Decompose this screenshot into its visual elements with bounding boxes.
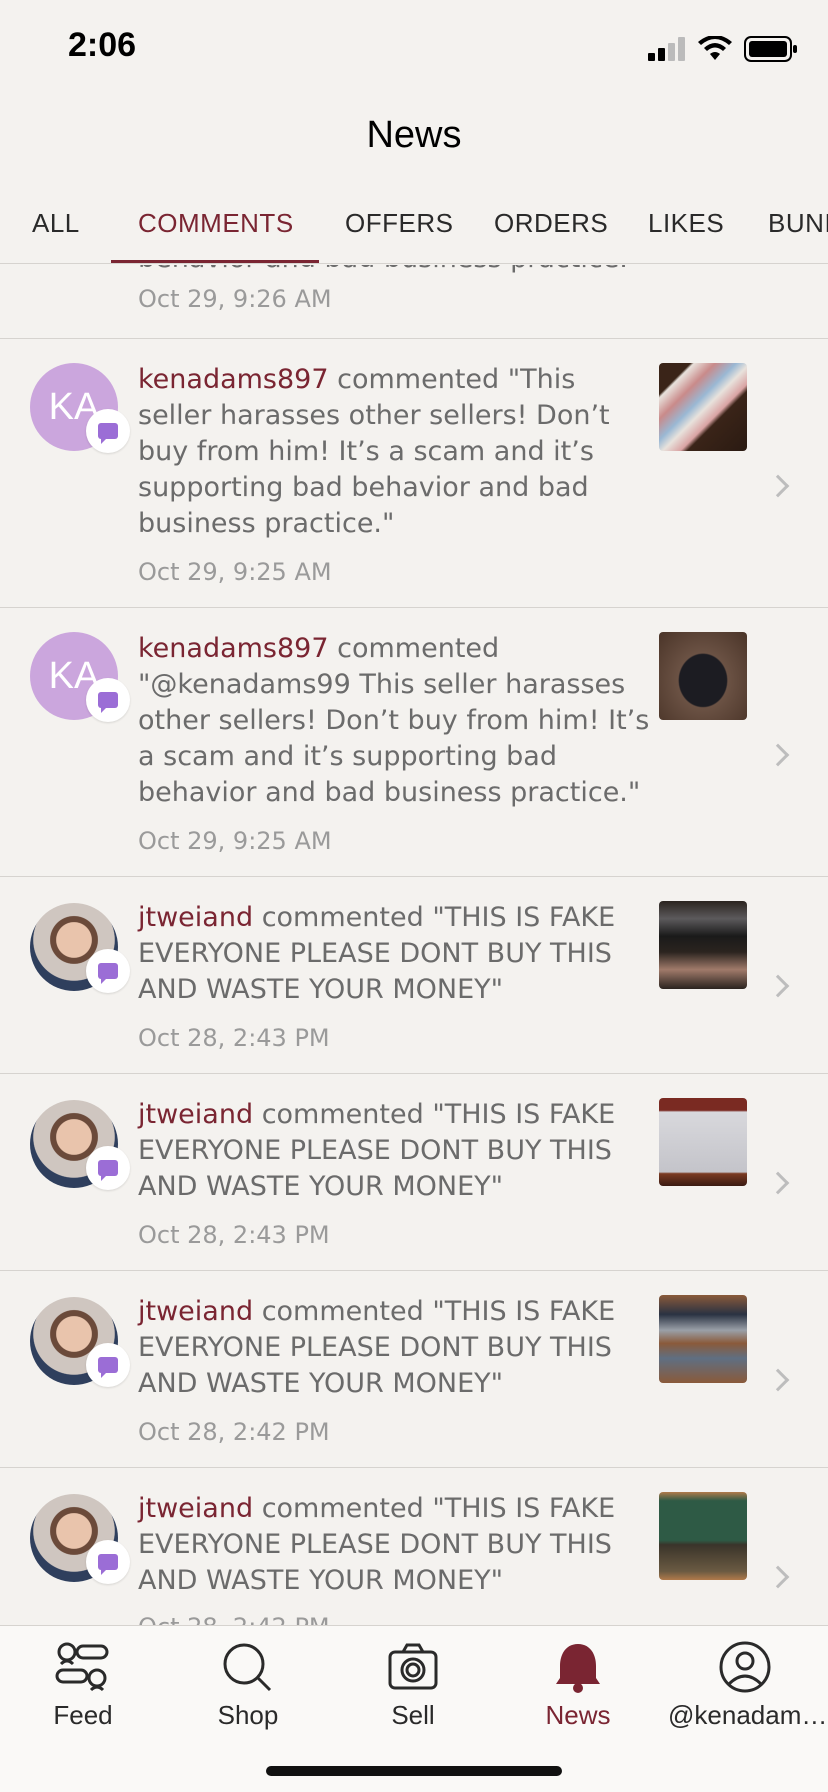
tab-bar: ALL COMMENTS OFFERS ORDERS LIKES BUNI [0, 200, 828, 264]
action-text: commented [261, 1493, 424, 1524]
product-thumbnail[interactable] [659, 363, 747, 451]
wifi-icon [698, 36, 732, 60]
comment-date: Oct 28, 2:43 PM [138, 1024, 330, 1052]
username[interactable]: kenadams897 [138, 364, 329, 395]
list-item[interactable]: jtweiand commented "THIS IS FAKE EVERYON… [0, 1469, 828, 1625]
comment-date: Oct 29, 9:25 AM [138, 827, 332, 855]
comment-badge-icon [86, 1146, 130, 1190]
comment-badge-icon [86, 409, 130, 453]
action-text: commented [337, 633, 500, 664]
comment-text: kenadams897 commented "@kenadams99 This … [138, 631, 650, 811]
nav-feed[interactable]: Feed [8, 1640, 158, 1731]
status-time: 2:06 [68, 26, 137, 64]
username[interactable]: jtweiand [138, 1296, 253, 1327]
comment-date: Oct 29, 9:26 AM [138, 285, 332, 313]
status-icons [648, 36, 798, 62]
nav-label: @kenadam… [668, 1700, 828, 1730]
comment-text: jtweiand commented "THIS IS FAKE EVERYON… [138, 1294, 650, 1402]
comment-text: behavior and bad business practice." [138, 265, 640, 274]
username[interactable]: jtweiand [138, 902, 253, 933]
product-thumbnail[interactable] [659, 632, 747, 720]
comment-date: Oct 28, 2:42 PM [138, 1418, 330, 1446]
page-title: News [366, 114, 462, 156]
product-thumbnail[interactable] [659, 1098, 747, 1186]
nav-label: Sell [391, 1700, 435, 1730]
comment-date: Oct 28, 2:42 PM [138, 1613, 330, 1625]
action-text: commented [261, 1099, 424, 1130]
action-text: commented [261, 1296, 424, 1327]
chevron-right-icon[interactable] [766, 1368, 790, 1392]
home-indicator[interactable] [266, 1766, 562, 1776]
product-thumbnail[interactable] [659, 1295, 747, 1383]
nav-news[interactable]: News [503, 1640, 653, 1731]
comment-date: Oct 28, 2:43 PM [138, 1221, 330, 1249]
chevron-right-icon[interactable] [766, 974, 790, 998]
list-item[interactable]: KA kenadams897 commented "@kenadams99 Th… [0, 609, 828, 877]
chevron-right-icon[interactable] [766, 474, 790, 498]
comment-date: Oct 29, 9:25 AM [138, 558, 332, 586]
nav-shop[interactable]: Shop [173, 1640, 323, 1731]
signal-icon [648, 37, 685, 61]
comment-badge-icon [86, 949, 130, 993]
chevron-right-icon[interactable] [766, 1565, 790, 1589]
comment-badge-icon [86, 1540, 130, 1584]
bell-icon [556, 1644, 600, 1693]
camera-icon [388, 1643, 438, 1690]
chevron-right-icon[interactable] [766, 1171, 790, 1195]
comment-text: jtweiand commented "THIS IS FAKE EVERYON… [138, 900, 650, 1008]
feed-icon [55, 1642, 109, 1692]
comment-body: "@kenadams99 This seller harasses other … [138, 669, 650, 808]
list-item[interactable]: jtweiand commented "THIS IS FAKE EVERYON… [0, 1075, 828, 1271]
comment-text: kenadams897 commented "This seller haras… [138, 362, 650, 542]
nav-label: Feed [53, 1700, 113, 1730]
tab-offers[interactable]: OFFERS [345, 208, 453, 239]
list-item[interactable]: jtweiand commented "THIS IS FAKE EVERYON… [0, 878, 828, 1074]
action-text: commented [261, 902, 424, 933]
active-tab-indicator [111, 260, 319, 263]
chevron-right-icon[interactable] [766, 743, 790, 767]
username[interactable]: jtweiand [138, 1493, 253, 1524]
username[interactable]: kenadams897 [138, 633, 329, 664]
product-thumbnail[interactable] [659, 1492, 747, 1580]
nav-profile[interactable]: @kenadam… [668, 1640, 828, 1731]
list-item[interactable]: behavior and bad business practice." Oct… [0, 265, 828, 339]
tab-all[interactable]: ALL [32, 208, 80, 239]
comment-text: jtweiand commented "THIS IS FAKE EVERYON… [138, 1097, 650, 1205]
tab-likes[interactable]: LIKES [648, 208, 724, 239]
search-icon [223, 1643, 272, 1692]
nav-label: News [545, 1700, 611, 1730]
username[interactable]: jtweiand [138, 1099, 253, 1130]
comment-badge-icon [86, 678, 130, 722]
product-thumbnail[interactable] [659, 901, 747, 989]
tab-comments[interactable]: COMMENTS [138, 208, 294, 239]
list-item[interactable]: jtweiand commented "THIS IS FAKE EVERYON… [0, 1272, 828, 1468]
comment-list[interactable]: behavior and bad business practice." Oct… [0, 265, 828, 1625]
comment-badge-icon [86, 1343, 130, 1387]
tab-bundles[interactable]: BUNI [768, 208, 828, 239]
nav-label: Shop [217, 1700, 279, 1730]
list-item[interactable]: KA kenadams897 commented "This seller ha… [0, 340, 828, 608]
nav-sell[interactable]: Sell [338, 1640, 488, 1731]
battery-icon [744, 36, 797, 62]
action-text: commented [337, 364, 500, 395]
status-bar: 2:06 [0, 0, 828, 100]
profile-icon [719, 1641, 771, 1693]
comment-text: jtweiand commented "THIS IS FAKE EVERYON… [138, 1491, 650, 1599]
tab-orders[interactable]: ORDERS [494, 208, 608, 239]
